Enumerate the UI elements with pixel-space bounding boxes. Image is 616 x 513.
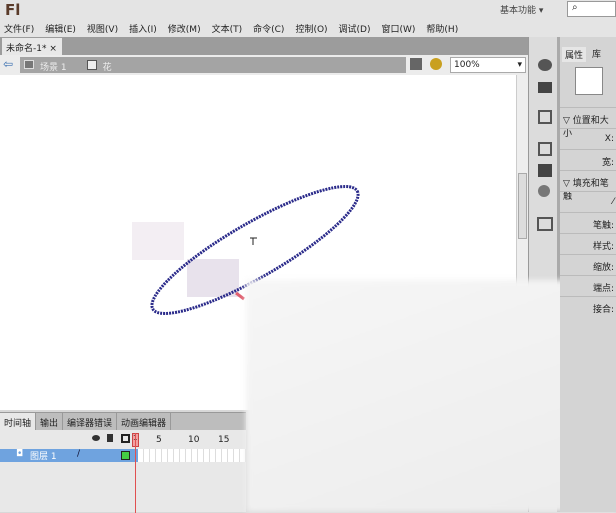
close-icon[interactable]: × <box>49 44 57 54</box>
search-icon: ⌕ <box>572 2 578 13</box>
layer-name[interactable]: 图层 1 <box>30 449 57 462</box>
tab-library[interactable]: 库 <box>592 47 601 62</box>
scrollbar-thumb[interactable] <box>518 173 527 239</box>
workspace-switcher[interactable]: 基本功能 ▾ <box>500 3 543 16</box>
section-position-size[interactable]: ▽ 位置和大小 <box>560 107 616 139</box>
edit-bar: ⇦ 场景 1 花 100% ▾ <box>0 55 528 75</box>
flash-logo: Fl <box>5 1 21 19</box>
tab-properties[interactable]: 属性 <box>562 47 587 62</box>
menu-text[interactable]: 文本(T) <box>212 22 243 35</box>
properties-panel: 属性 库 ▽ 位置和大小 X: 宽: ▽ 填充和笔触 ⁄ 笔触: 样式: 缩放:… <box>560 37 616 512</box>
color-palette-icon[interactable] <box>538 59 552 71</box>
tab-motion-editor[interactable]: 动画编辑器 <box>117 413 172 430</box>
lock-icon[interactable] <box>107 434 113 442</box>
menu-commands[interactable]: 命令(C) <box>253 22 284 35</box>
blur-artifact <box>132 222 184 260</box>
cap-label: 端点: <box>560 275 616 296</box>
motion-presets-icon[interactable] <box>538 185 550 197</box>
tab-output[interactable]: 输出 <box>36 413 64 430</box>
tab-timeline[interactable]: 时间轴 <box>0 413 37 430</box>
search-input[interactable]: ⌕ <box>567 1 616 17</box>
info-icon[interactable] <box>538 142 552 156</box>
menu-file[interactable]: 文件(F) <box>4 22 34 35</box>
section-fill-stroke[interactable]: ▽ 填充和笔触 <box>560 170 616 202</box>
style-label: 样式: <box>560 233 616 254</box>
symbol-type-icon <box>575 67 603 95</box>
timeline-panel: 时间轴 输出 编译器错误 动画编辑器 1 5 10 15 ◘ 图层 1 / <box>0 412 246 513</box>
edit-scene-icon[interactable] <box>410 58 422 70</box>
scale-label: 缩放: <box>560 254 616 275</box>
components-icon[interactable] <box>538 164 552 177</box>
width-label: 宽: <box>560 149 616 170</box>
stroke-label: 笔触: <box>560 212 616 233</box>
menu-insert[interactable]: 插入(I) <box>129 22 157 35</box>
scene-icon <box>24 60 34 69</box>
zoom-select[interactable]: 100% ▾ <box>450 57 526 73</box>
layer-color-icon[interactable] <box>121 451 130 460</box>
menu-edit[interactable]: 编辑(E) <box>45 22 76 35</box>
menu-bar: 文件(F) 编辑(E) 视图(V) 插入(I) 修改(M) 文本(T) 命令(C… <box>0 20 616 37</box>
scene-panel-icon[interactable] <box>537 217 553 231</box>
back-arrow-icon[interactable]: ⇦ <box>3 57 13 71</box>
timeline-tabs: 时间轴 输出 编译器错误 动画编辑器 <box>0 413 246 430</box>
document-tab-label: 未命名-1* <box>6 44 47 54</box>
menu-help[interactable]: 帮助(H) <box>426 22 458 35</box>
edit-symbol-icon[interactable] <box>430 58 442 70</box>
symbol-icon <box>86 60 97 70</box>
pencil-icon: / <box>77 449 81 459</box>
frame-label: 5 <box>156 435 162 445</box>
breadcrumb-scene[interactable]: 场景 1 <box>40 60 67 73</box>
layer-row[interactable]: ◘ 图层 1 / <box>0 449 246 462</box>
outline-icon[interactable] <box>121 434 130 443</box>
zoom-value: 100% <box>454 60 480 70</box>
frame-label: 15 <box>218 435 230 445</box>
join-label: 接合: <box>560 296 616 317</box>
breadcrumb-symbol[interactable]: 花 <box>103 60 112 73</box>
tab-compiler-errors[interactable]: 编译器错误 <box>63 413 118 430</box>
pencil-icon[interactable]: ⁄ <box>560 191 616 212</box>
menu-debug[interactable]: 调试(D) <box>339 22 371 35</box>
x-label: X: <box>560 128 616 149</box>
align-icon[interactable] <box>538 110 552 124</box>
menu-view[interactable]: 视图(V) <box>87 22 118 35</box>
document-tabs: 未命名-1* × <box>0 37 528 55</box>
layer-icon: ◘ <box>16 449 24 459</box>
playhead-line <box>135 433 136 513</box>
frame-cells[interactable] <box>138 449 246 462</box>
breadcrumb: 场景 1 花 <box>20 57 406 73</box>
menu-window[interactable]: 窗口(W) <box>382 22 416 35</box>
menu-control[interactable]: 控制(O) <box>295 22 327 35</box>
swatches-icon[interactable] <box>538 82 552 93</box>
frame-label: 10 <box>188 435 200 445</box>
document-tab[interactable]: 未命名-1* × <box>2 38 62 55</box>
menu-modify[interactable]: 修改(M) <box>168 22 201 35</box>
registration-point-icon <box>250 237 257 245</box>
title-bar: Fl 基本功能 ▾ ⌕ <box>0 0 616 20</box>
eye-icon[interactable] <box>92 435 100 441</box>
chevron-down-icon: ▾ <box>517 60 522 70</box>
